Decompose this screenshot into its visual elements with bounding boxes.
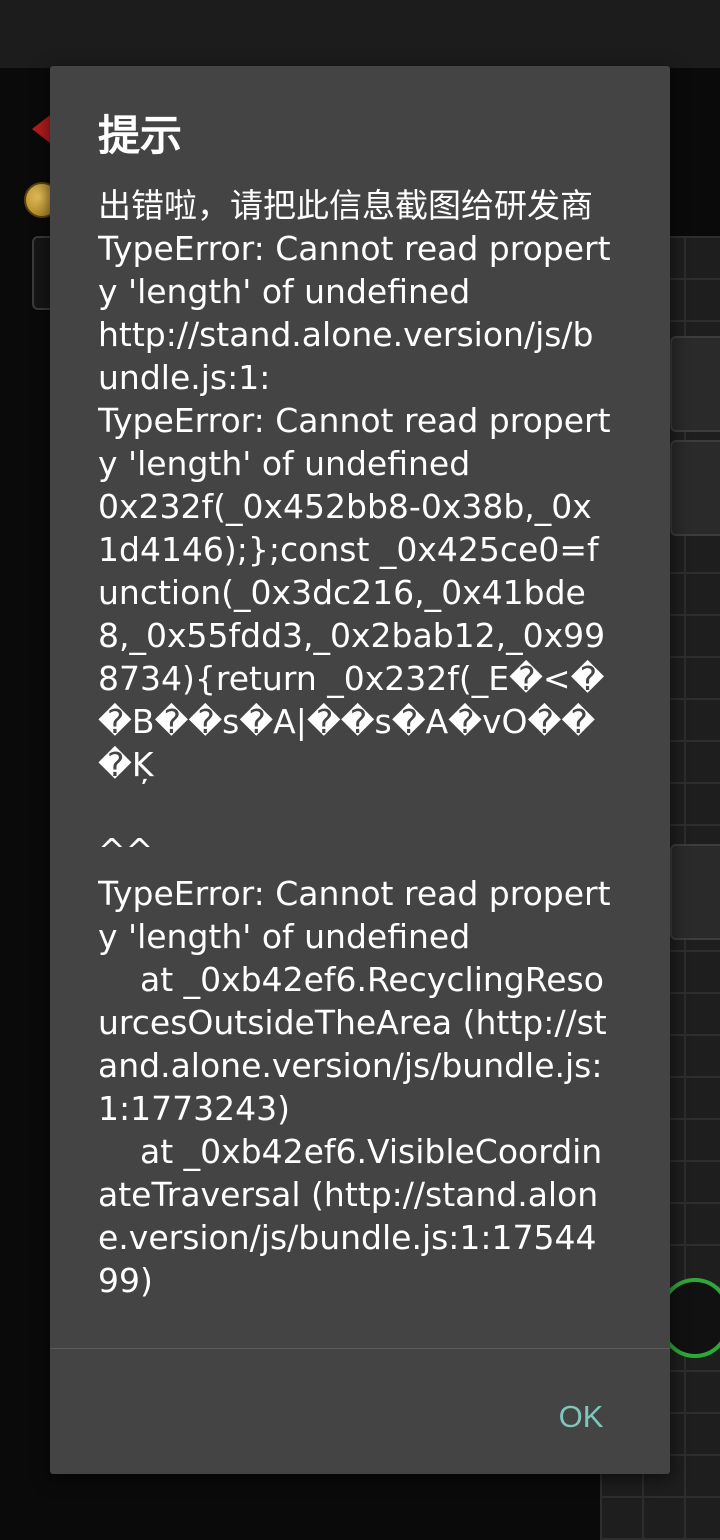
background-slot xyxy=(670,336,720,432)
dialog-divider xyxy=(50,1348,670,1349)
background-slot xyxy=(670,844,720,940)
ok-button[interactable]: OK xyxy=(538,1388,624,1444)
error-message: 出错啦，请把此信息截图给研发商 TypeError: Cannot read p… xyxy=(98,186,611,1300)
error-dialog: 提示 出错啦，请把此信息截图给研发商 TypeError: Cannot rea… xyxy=(50,66,670,1474)
background-slot xyxy=(670,440,720,536)
dialog-title: 提示 xyxy=(98,111,183,160)
status-bar xyxy=(0,0,720,68)
